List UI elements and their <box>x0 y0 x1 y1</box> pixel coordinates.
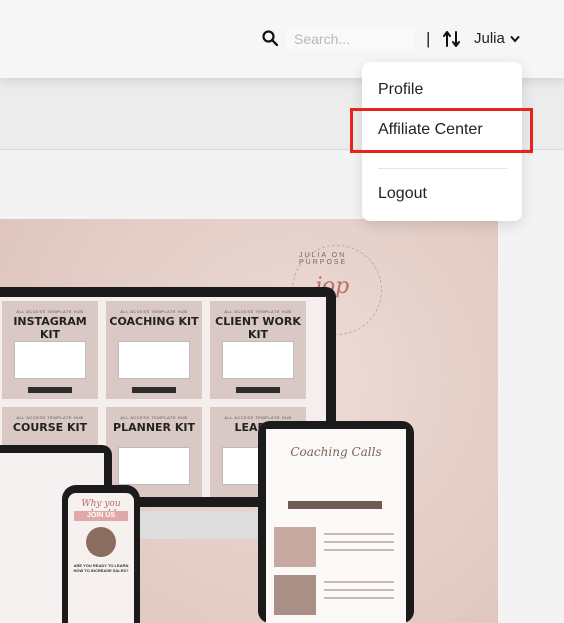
chevron-down-icon <box>510 35 520 43</box>
search-icon[interactable] <box>262 30 278 46</box>
menu-item-logout[interactable]: Logout <box>378 185 427 203</box>
highlight-box <box>350 108 533 153</box>
menu-divider <box>378 168 508 169</box>
user-menu-toggle[interactable]: Julia <box>474 30 520 47</box>
user-name: Julia <box>474 30 505 47</box>
kit-card: ALL ACCESS TEMPLATE HUB CLIENT WORK KIT <box>210 301 306 399</box>
phone-mockup: Why you should JOIN US ARE YOU READY TO … <box>62 485 140 623</box>
hero-image: JULIA ON PURPOSE jop ALL ACCESS TEMPLATE… <box>0 219 498 623</box>
sort-icon[interactable] <box>443 31 461 47</box>
header-separator: | <box>426 29 431 48</box>
search-input[interactable] <box>286 28 414 50</box>
tablet-mockup-coaching: Coaching Calls <box>258 421 414 623</box>
kit-card: ALL ACCESS TEMPLATE HUB COACHING KIT <box>106 301 202 399</box>
kit-card: ALL ACCESS TEMPLATE HUB INSTAGRAM KIT <box>2 301 98 399</box>
kit-card: ALL ACCESS TEMPLATE HUB PLANNER KIT <box>106 407 202 497</box>
menu-item-profile[interactable]: Profile <box>378 81 423 99</box>
